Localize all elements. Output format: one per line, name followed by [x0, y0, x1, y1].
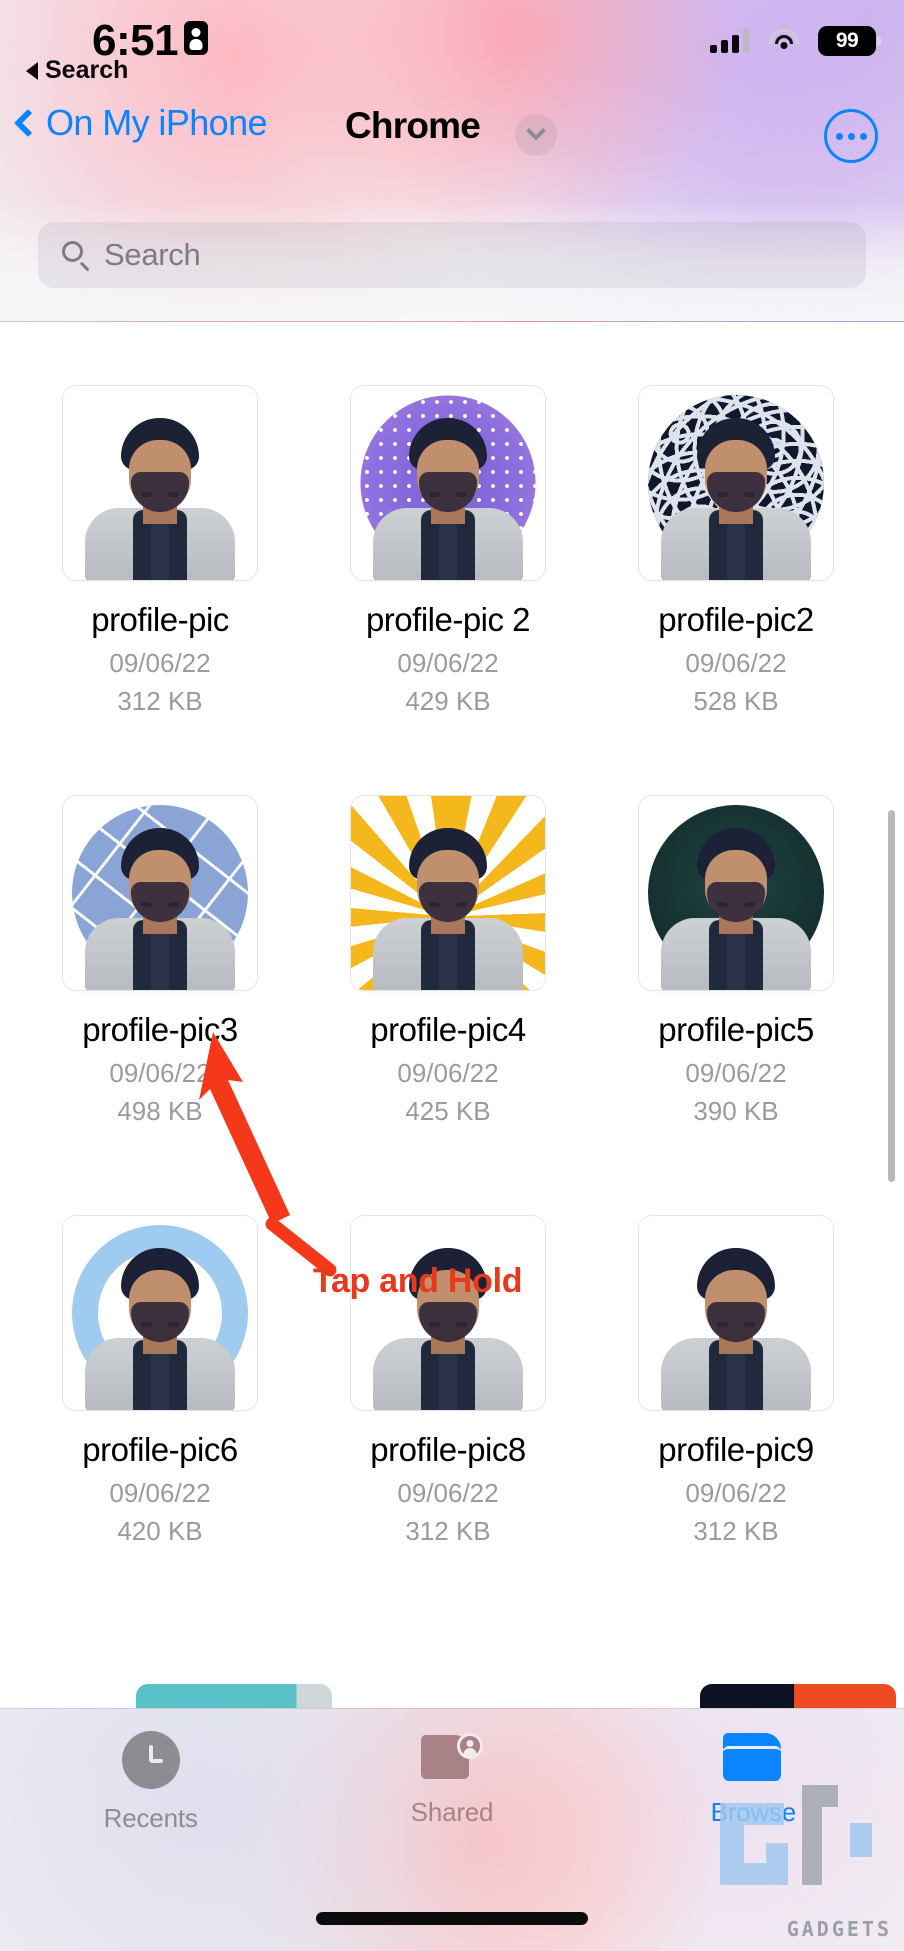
file-date: 09/06/22	[685, 648, 787, 678]
file-thumbnail[interactable]	[62, 1215, 258, 1411]
file-size: 429 KB	[405, 686, 491, 716]
file-item[interactable]: profile-pic 09/06/22 312 KB	[26, 385, 294, 717]
profile-photo	[85, 1240, 235, 1410]
status-indicators: 99	[710, 26, 881, 56]
navigation-bar: On My iPhone Chrome	[0, 96, 904, 180]
tab-recents-label: Recents	[103, 1803, 198, 1833]
status-back-to-search[interactable]: Search	[26, 56, 128, 85]
file-name: profile-pic9	[658, 1431, 814, 1468]
back-button[interactable]: On My iPhone	[13, 102, 268, 144]
file-item[interactable]: profile-pic6 09/06/22 420 KB	[26, 1215, 294, 1547]
file-item[interactable]: profile-pic5 09/06/22 390 KB	[602, 795, 870, 1127]
tab-shared[interactable]: Shared	[301, 1731, 602, 1834]
file-thumbnail[interactable]	[62, 385, 258, 581]
profile-photo	[661, 820, 811, 990]
battery-icon: 99	[818, 26, 881, 56]
profile-photo	[85, 410, 235, 580]
profile-photo	[85, 820, 235, 990]
file-name: profile-pic	[91, 601, 229, 638]
file-name: profile-pic6	[82, 1431, 238, 1468]
wifi-icon	[768, 29, 800, 53]
file-row: profile-pic 09/06/22 312 KB profile-pic …	[0, 385, 904, 717]
file-date: 09/06/22	[685, 1058, 787, 1088]
file-date: 09/06/22	[397, 1478, 499, 1508]
file-item[interactable]: profile-pic2 09/06/22 528 KB	[602, 385, 870, 717]
file-size: 312 KB	[117, 686, 203, 716]
back-triangle-icon	[26, 61, 38, 80]
file-thumbnail[interactable]	[62, 795, 258, 991]
file-thumbnail[interactable]	[638, 795, 834, 991]
page-title: Chrome	[345, 105, 481, 146]
iphone-screen: 6:51 Search 99 On My iPhone Chrome Searc…	[0, 0, 904, 1951]
clock-icon	[121, 1731, 180, 1789]
status-bar: 6:51 Search 99	[0, 0, 904, 96]
search-icon	[62, 241, 90, 272]
file-thumbnail[interactable]	[350, 795, 546, 991]
shared-folder-icon	[420, 1731, 483, 1783]
back-button-label: On My iPhone	[46, 102, 268, 143]
file-date: 09/06/22	[109, 648, 211, 678]
status-back-label: Search	[45, 56, 129, 84]
screen-record-icon	[184, 21, 208, 55]
file-size: 528 KB	[693, 686, 779, 716]
profile-photo	[373, 820, 523, 990]
file-name: profile-pic4	[370, 1011, 526, 1048]
file-item[interactable]: profile-pic4 09/06/22 425 KB	[314, 795, 582, 1127]
home-indicator[interactable]	[316, 1912, 588, 1925]
file-size: 390 KB	[693, 1096, 779, 1126]
cellular-signal-icon	[710, 29, 750, 53]
file-size: 420 KB	[117, 1516, 203, 1546]
file-thumbnail[interactable]	[638, 385, 834, 581]
chevron-left-icon	[13, 108, 43, 138]
tab-shared-label: Shared	[410, 1797, 494, 1827]
file-size: 312 KB	[693, 1516, 779, 1546]
file-thumbnail[interactable]	[350, 1215, 546, 1411]
chevron-down-icon[interactable]	[515, 114, 557, 156]
file-thumbnail[interactable]	[638, 1215, 834, 1411]
battery-percent-label: 99	[835, 29, 859, 52]
file-item[interactable]: profile-pic3 09/06/22 498 KB	[26, 795, 294, 1127]
next-row-peek	[0, 1682, 904, 1708]
watermark-logo	[720, 1785, 872, 1885]
file-date: 09/06/22	[685, 1478, 787, 1508]
file-name: profile-pic5	[658, 1011, 814, 1048]
profile-photo	[661, 1240, 811, 1410]
file-size: 498 KB	[117, 1096, 203, 1126]
file-grid-container[interactable]: profile-pic 09/06/22 312 KB profile-pic …	[0, 322, 904, 1708]
file-date: 09/06/22	[109, 1478, 211, 1508]
file-size: 425 KB	[405, 1096, 491, 1126]
annotation-caption: Tap and Hold	[313, 1262, 523, 1300]
file-size: 312 KB	[405, 1516, 491, 1546]
file-thumbnail-partial[interactable]	[700, 1684, 896, 1708]
file-name: profile-pic8	[370, 1431, 526, 1468]
search-field[interactable]: Search	[38, 222, 866, 288]
file-grid: profile-pic 09/06/22 312 KB profile-pic …	[0, 322, 904, 1547]
watermark-text: GADGETS	[786, 1917, 892, 1941]
file-item[interactable]: profile-pic 2 09/06/22 429 KB	[314, 385, 582, 717]
profile-photo	[661, 410, 811, 580]
profile-photo	[373, 410, 523, 580]
file-name: profile-pic2	[658, 601, 814, 638]
file-thumbnail-partial[interactable]	[136, 1684, 332, 1708]
file-date: 09/06/22	[397, 1058, 499, 1088]
file-date: 09/06/22	[397, 648, 499, 678]
file-thumbnail[interactable]	[350, 385, 546, 581]
vertical-scrollbar[interactable]	[888, 810, 895, 1182]
more-options-icon[interactable]	[824, 109, 878, 163]
file-name: profile-pic 2	[365, 601, 531, 638]
tab-recents[interactable]: Recents	[0, 1731, 301, 1834]
search-placeholder: Search	[104, 237, 201, 272]
file-name: profile-pic3	[82, 1011, 238, 1048]
file-date: 09/06/22	[109, 1058, 211, 1088]
file-item[interactable]: profile-pic9 09/06/22 312 KB	[602, 1215, 870, 1547]
file-row: profile-pic3 09/06/22 498 KB profile-pic…	[0, 795, 904, 1127]
